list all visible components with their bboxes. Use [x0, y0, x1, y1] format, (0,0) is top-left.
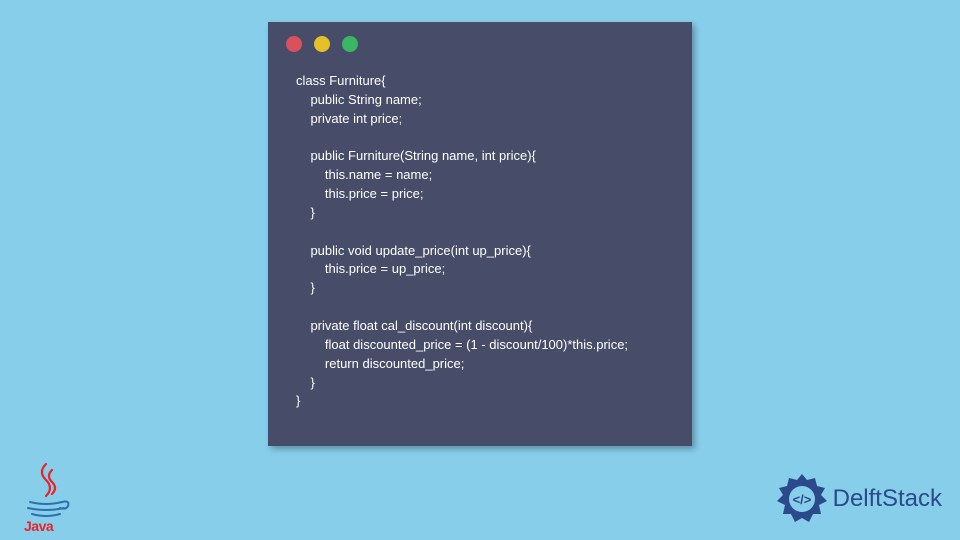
code-line: private float cal_discount(int discount)… — [296, 318, 532, 333]
code-line: float discounted_price = (1 - discount/1… — [296, 337, 628, 352]
minimize-icon — [314, 36, 330, 52]
code-line: this.price = up_price; — [296, 261, 445, 276]
code-line: public Furniture(String name, int price)… — [296, 148, 536, 163]
gear-icon: </> — [775, 472, 829, 526]
code-line: public void update_price(int up_price){ — [296, 243, 531, 258]
code-line: this.price = price; — [296, 186, 424, 201]
code-line: public String name; — [296, 92, 422, 107]
code-block: class Furniture{ public String name; pri… — [268, 62, 692, 431]
code-line: this.name = name; — [296, 167, 432, 182]
svg-text:</>: </> — [792, 492, 811, 507]
code-line: } — [296, 375, 315, 390]
code-line: class Furniture{ — [296, 73, 386, 88]
code-line: private int price; — [296, 111, 402, 126]
delftstack-logo-text: DelftStack — [833, 485, 942, 513]
close-icon — [286, 36, 302, 52]
traffic-lights — [268, 22, 692, 62]
maximize-icon — [342, 36, 358, 52]
java-logo-text: Java — [24, 518, 53, 534]
code-window: class Furniture{ public String name; pri… — [268, 22, 692, 446]
code-line: return discounted_price; — [296, 356, 464, 371]
delftstack-logo: </> DelftStack — [775, 472, 942, 526]
code-line: } — [296, 205, 315, 220]
code-line: } — [296, 393, 300, 408]
code-line: } — [296, 280, 315, 295]
